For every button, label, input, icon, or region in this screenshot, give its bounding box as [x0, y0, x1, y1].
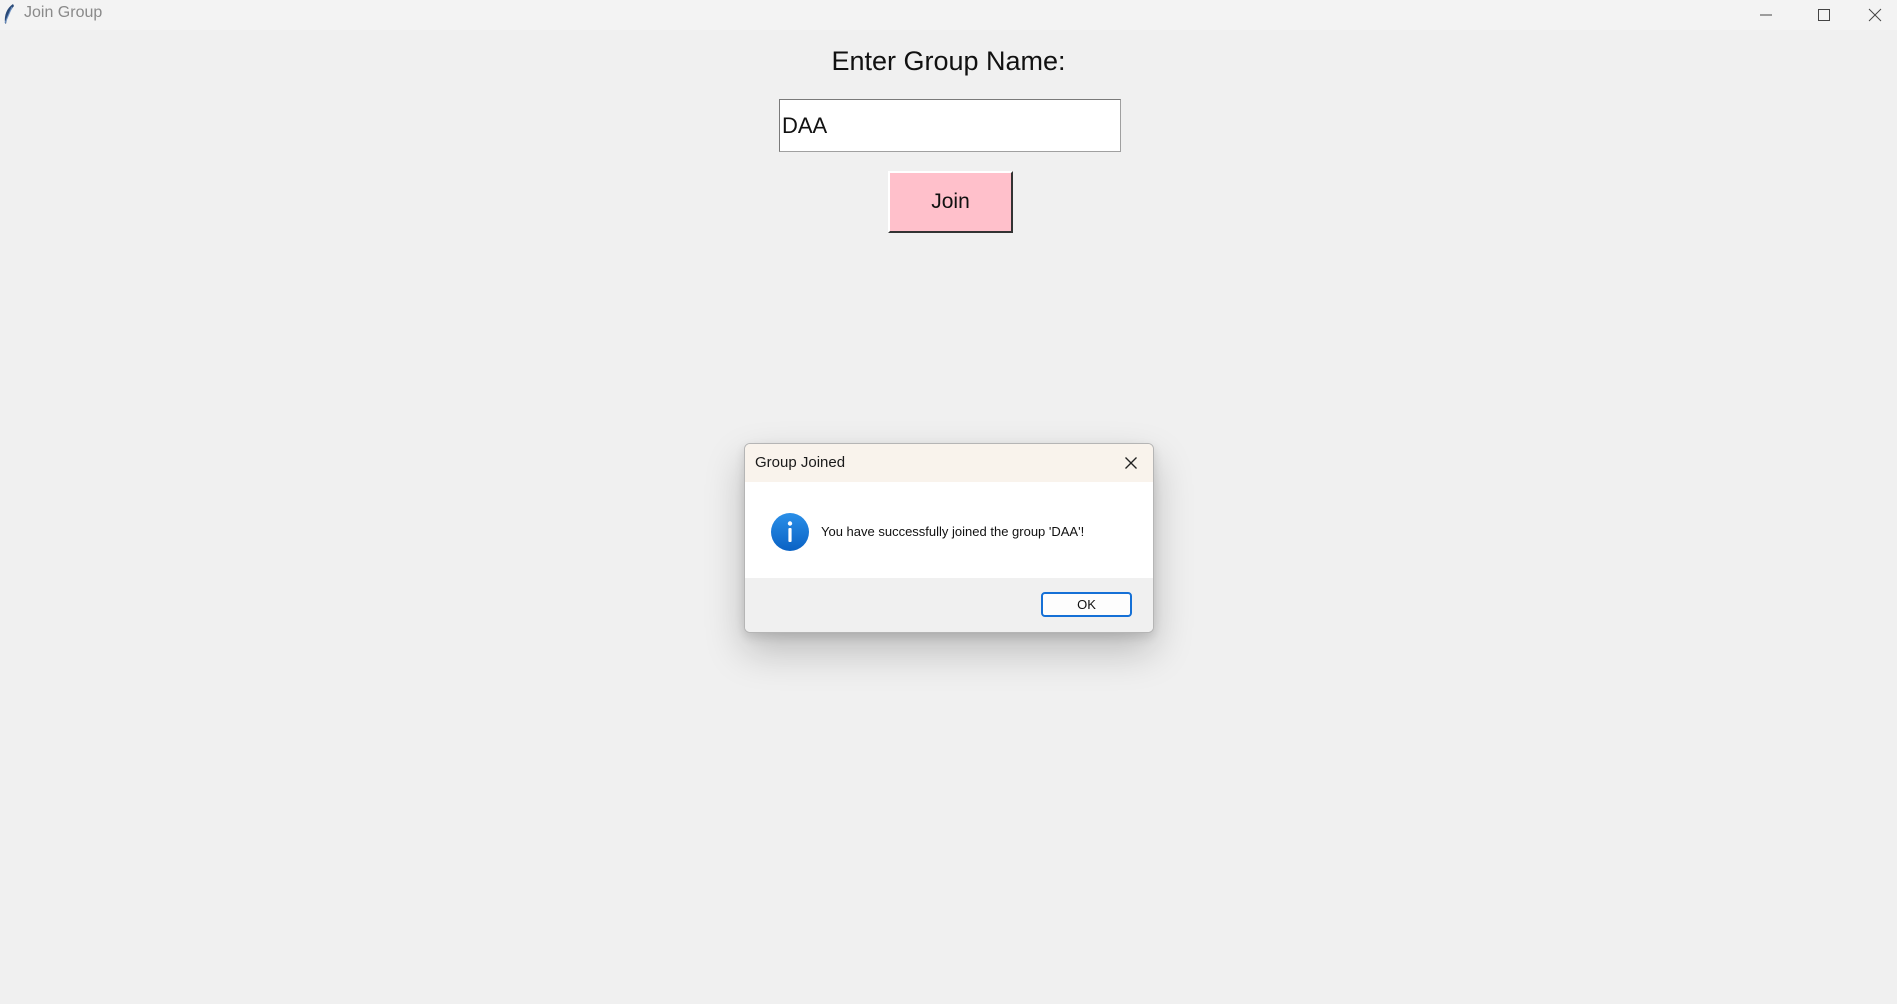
ok-button[interactable]: OK: [1041, 592, 1132, 617]
join-button[interactable]: Join: [888, 171, 1013, 233]
group-joined-dialog: Group Joined You have successfully joine…: [744, 443, 1154, 633]
maximize-button[interactable]: [1795, 0, 1853, 30]
dialog-message: You have successfully joined the group '…: [821, 524, 1085, 539]
minimize-icon: [1760, 14, 1772, 16]
minimize-button[interactable]: [1737, 0, 1795, 30]
feather-icon: [4, 4, 14, 24]
dialog-body: You have successfully joined the group '…: [745, 482, 1153, 578]
page-heading: Enter Group Name:: [0, 46, 1897, 77]
heading-label: Enter Group Name:: [831, 46, 1066, 76]
dialog-footer: OK: [745, 578, 1153, 632]
window-title: Join Group: [24, 4, 103, 21]
close-icon: [1868, 8, 1882, 22]
join-group-window: Join Group Enter Group Name: Join Group …: [0, 0, 1897, 1004]
dialog-titlebar: Group Joined: [745, 444, 1153, 482]
info-icon: [771, 513, 809, 551]
close-button[interactable]: [1853, 0, 1897, 30]
dialog-close-button[interactable]: [1109, 444, 1153, 482]
group-name-input[interactable]: [779, 99, 1121, 152]
maximize-icon: [1818, 9, 1830, 21]
window-titlebar: Join Group: [0, 0, 1897, 30]
close-icon: [1125, 457, 1137, 469]
dialog-title: Group Joined: [755, 454, 846, 471]
